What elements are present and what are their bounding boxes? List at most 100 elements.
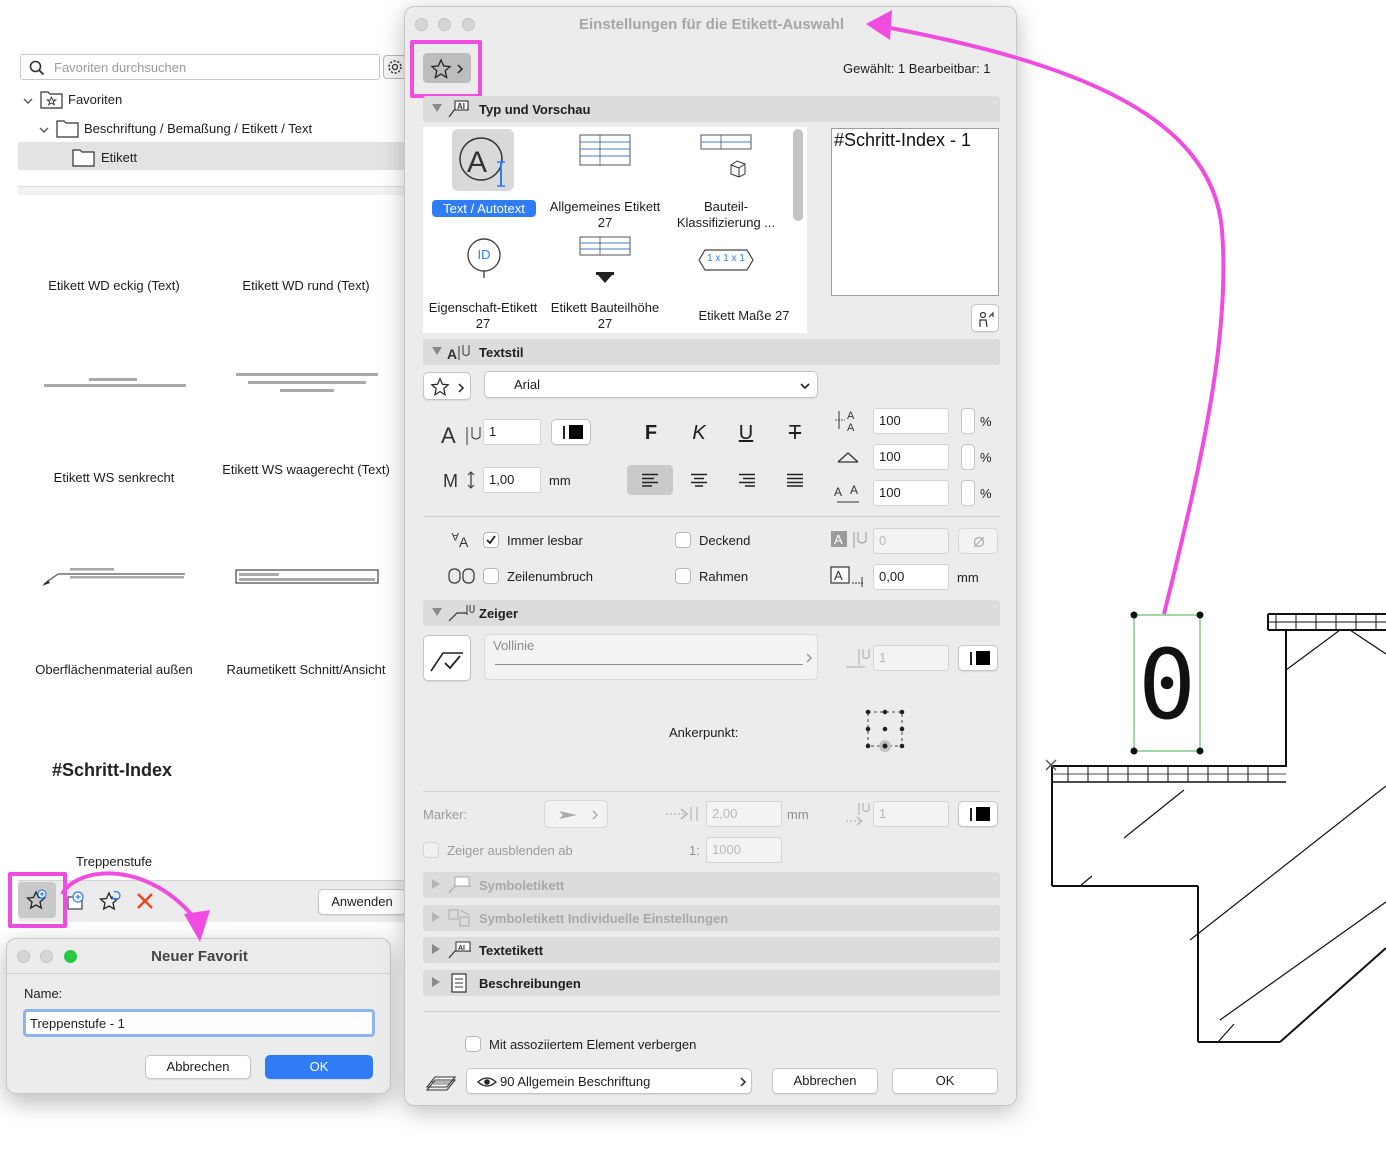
text-pen-button[interactable] bbox=[551, 419, 591, 445]
width-factor-stepper[interactable] bbox=[961, 408, 975, 434]
add-from-selection-icon[interactable] bbox=[64, 888, 90, 914]
background-pen-button[interactable] bbox=[958, 528, 998, 554]
slant-stepper[interactable] bbox=[961, 444, 975, 470]
tree-item-favoriten[interactable]: Favoriten bbox=[22, 88, 402, 116]
favorite-item-label[interactable]: Etikett WS senkrecht bbox=[19, 470, 209, 486]
align-right-icon[interactable] bbox=[738, 473, 756, 487]
italic-button[interactable]: K bbox=[681, 419, 717, 447]
favorite-preview-raumetikett[interactable] bbox=[234, 568, 380, 586]
align-center-icon[interactable] bbox=[690, 473, 708, 487]
favorite-preview-schritt-index[interactable]: #Schritt-Index bbox=[52, 760, 172, 781]
gallery-item-label[interactable]: Allgemeines Etikett 27 bbox=[545, 199, 665, 231]
favorite-item-label[interactable]: Etikett WS waagerecht (Text) bbox=[211, 462, 401, 478]
text-autotext-icon[interactable]: A bbox=[455, 132, 513, 190]
svg-text:AI: AI bbox=[458, 945, 465, 952]
hide-pointer-checkbox[interactable] bbox=[423, 842, 439, 858]
always-readable-icon: AA bbox=[451, 530, 469, 550]
svg-text:A: A bbox=[447, 346, 457, 362]
layer-select[interactable]: 90 Allgemein Beschriftung bbox=[466, 1068, 752, 1094]
align-left-button[interactable] bbox=[627, 465, 673, 495]
pen-color-swatch bbox=[976, 807, 990, 821]
always-readable-checkbox[interactable] bbox=[483, 532, 499, 548]
tree-item-etikett[interactable]: Etikett bbox=[72, 146, 372, 174]
cancel-button[interactable]: Abbrechen bbox=[145, 1055, 251, 1079]
ok-button[interactable]: OK bbox=[265, 1055, 373, 1079]
hide-with-element-checkbox[interactable] bbox=[465, 1036, 481, 1052]
favorite-item-label[interactable]: Raumetikett Schnitt/Ansicht bbox=[211, 662, 401, 678]
font-size-field[interactable]: 1 bbox=[483, 419, 541, 445]
favorites-search-input[interactable]: Favoriten durchsuchen bbox=[20, 54, 380, 80]
section-symboletikett-individuell[interactable]: Symboletikett Individuelle Einstellungen bbox=[423, 905, 1000, 931]
gallery-item-label-selected[interactable]: Text / Autotext bbox=[432, 200, 536, 217]
font-size-icon: A bbox=[441, 423, 481, 447]
frame-checkbox[interactable] bbox=[675, 568, 691, 584]
hide-scale-field[interactable]: 1000 bbox=[706, 837, 782, 863]
anchor-point-picker[interactable] bbox=[863, 707, 907, 755]
marker-size-field[interactable]: 2,00 bbox=[706, 801, 782, 827]
gallery-scrollbar[interactable] bbox=[793, 129, 803, 221]
favorite-preview-ws-senkrecht[interactable] bbox=[42, 372, 188, 392]
svg-text:A: A bbox=[459, 534, 469, 550]
pointer-pen-field[interactable]: 1 bbox=[873, 645, 949, 671]
ok-button[interactable]: OK bbox=[892, 1068, 998, 1094]
section-textstil[interactable]: A Textstil bbox=[423, 339, 1000, 365]
background-pen-field[interactable]: 0 bbox=[873, 528, 949, 554]
marker-select[interactable] bbox=[544, 800, 608, 828]
pointer-shape-icon bbox=[430, 652, 463, 672]
frame-offset-field[interactable]: 0,00 bbox=[873, 564, 949, 590]
gallery-item-label[interactable]: Etikett Maße 27 bbox=[684, 308, 804, 324]
favorite-item-label[interactable]: Treppenstufe bbox=[19, 854, 209, 870]
general-label-icon[interactable] bbox=[578, 133, 632, 167]
gallery-item-label[interactable]: Etikett Bauteilhöhe 27 bbox=[545, 300, 665, 332]
bold-button[interactable]: F bbox=[633, 419, 669, 447]
spacing-factor-stepper[interactable] bbox=[961, 480, 975, 506]
slant-field[interactable]: 100 bbox=[873, 444, 949, 470]
section-beschreibungen[interactable]: Beschreibungen bbox=[423, 970, 1000, 996]
gallery-item-label[interactable]: Eigenschaft-Etikett 27 bbox=[423, 300, 543, 332]
star-refresh-icon[interactable] bbox=[98, 888, 124, 914]
favorite-item-label[interactable]: Oberflächenmaterial außen bbox=[19, 662, 209, 678]
name-field[interactable]: Treppenstufe - 1 bbox=[23, 1009, 375, 1037]
width-factor-field[interactable]: 100 bbox=[873, 408, 949, 434]
annotation-highlight-favorites bbox=[410, 40, 482, 98]
apply-button[interactable]: Anwenden bbox=[318, 889, 406, 915]
expand-triangle-icon bbox=[432, 347, 442, 355]
word-wrap-checkbox[interactable] bbox=[483, 568, 499, 584]
marker-pen-field[interactable]: 1 bbox=[873, 801, 949, 827]
marker-pen-button[interactable] bbox=[958, 801, 998, 827]
line-spacing-field[interactable]: 1,00 bbox=[483, 467, 541, 493]
favorite-preview-oberflaeche[interactable] bbox=[40, 564, 190, 588]
opaque-checkbox[interactable] bbox=[675, 532, 691, 548]
classification-label-icon[interactable] bbox=[699, 133, 753, 179]
spacing-factor-field[interactable]: 100 bbox=[873, 480, 949, 506]
cancel-button[interactable]: Abbrechen bbox=[772, 1068, 878, 1094]
section-zeiger[interactable]: Zeiger bbox=[423, 600, 1000, 626]
chevron-down-icon[interactable] bbox=[38, 124, 50, 136]
underline-button[interactable]: U bbox=[728, 419, 764, 447]
pointer-type-button[interactable] bbox=[423, 635, 471, 681]
section-typ-und-vorschau[interactable]: AI Typ und Vorschau bbox=[423, 96, 1000, 122]
align-justify-icon[interactable] bbox=[786, 473, 804, 487]
pen-bar bbox=[563, 426, 565, 439]
section-symboletikett[interactable]: Symboletikett bbox=[423, 872, 1000, 898]
font-select[interactable]: Arial bbox=[484, 371, 818, 398]
favorite-item-label[interactable]: Etikett WD rund (Text) bbox=[211, 278, 401, 294]
svg-text:M: M bbox=[443, 471, 458, 491]
chevron-down-icon[interactable] bbox=[22, 95, 34, 107]
favorite-item-label[interactable]: Etikett WD eckig (Text) bbox=[19, 278, 209, 294]
section-textetikett[interactable]: AI Textetikett bbox=[423, 937, 1000, 963]
text-favorites-button[interactable] bbox=[423, 372, 471, 400]
preview-view-button[interactable] bbox=[971, 304, 999, 332]
delete-icon[interactable] bbox=[134, 890, 156, 912]
tree-item-beschriftung[interactable]: Beschriftung / Bemaßung / Etikett / Text bbox=[38, 117, 408, 145]
pointer-pen-button[interactable] bbox=[958, 645, 998, 671]
gallery-item-label[interactable]: Bauteil-Klassifizierung ... bbox=[666, 199, 786, 231]
strikethrough-button[interactable]: T bbox=[777, 419, 813, 447]
symbol-label-icon bbox=[448, 876, 471, 894]
stair-number-label[interactable]: 0 bbox=[1134, 620, 1200, 750]
line-type-select[interactable]: Vollinie bbox=[484, 634, 818, 680]
favorite-preview-ws-waagerecht[interactable] bbox=[234, 370, 380, 396]
unit-label: mm bbox=[549, 473, 571, 488]
pen-bar bbox=[970, 808, 972, 821]
height-label-icon[interactable] bbox=[578, 235, 632, 285]
